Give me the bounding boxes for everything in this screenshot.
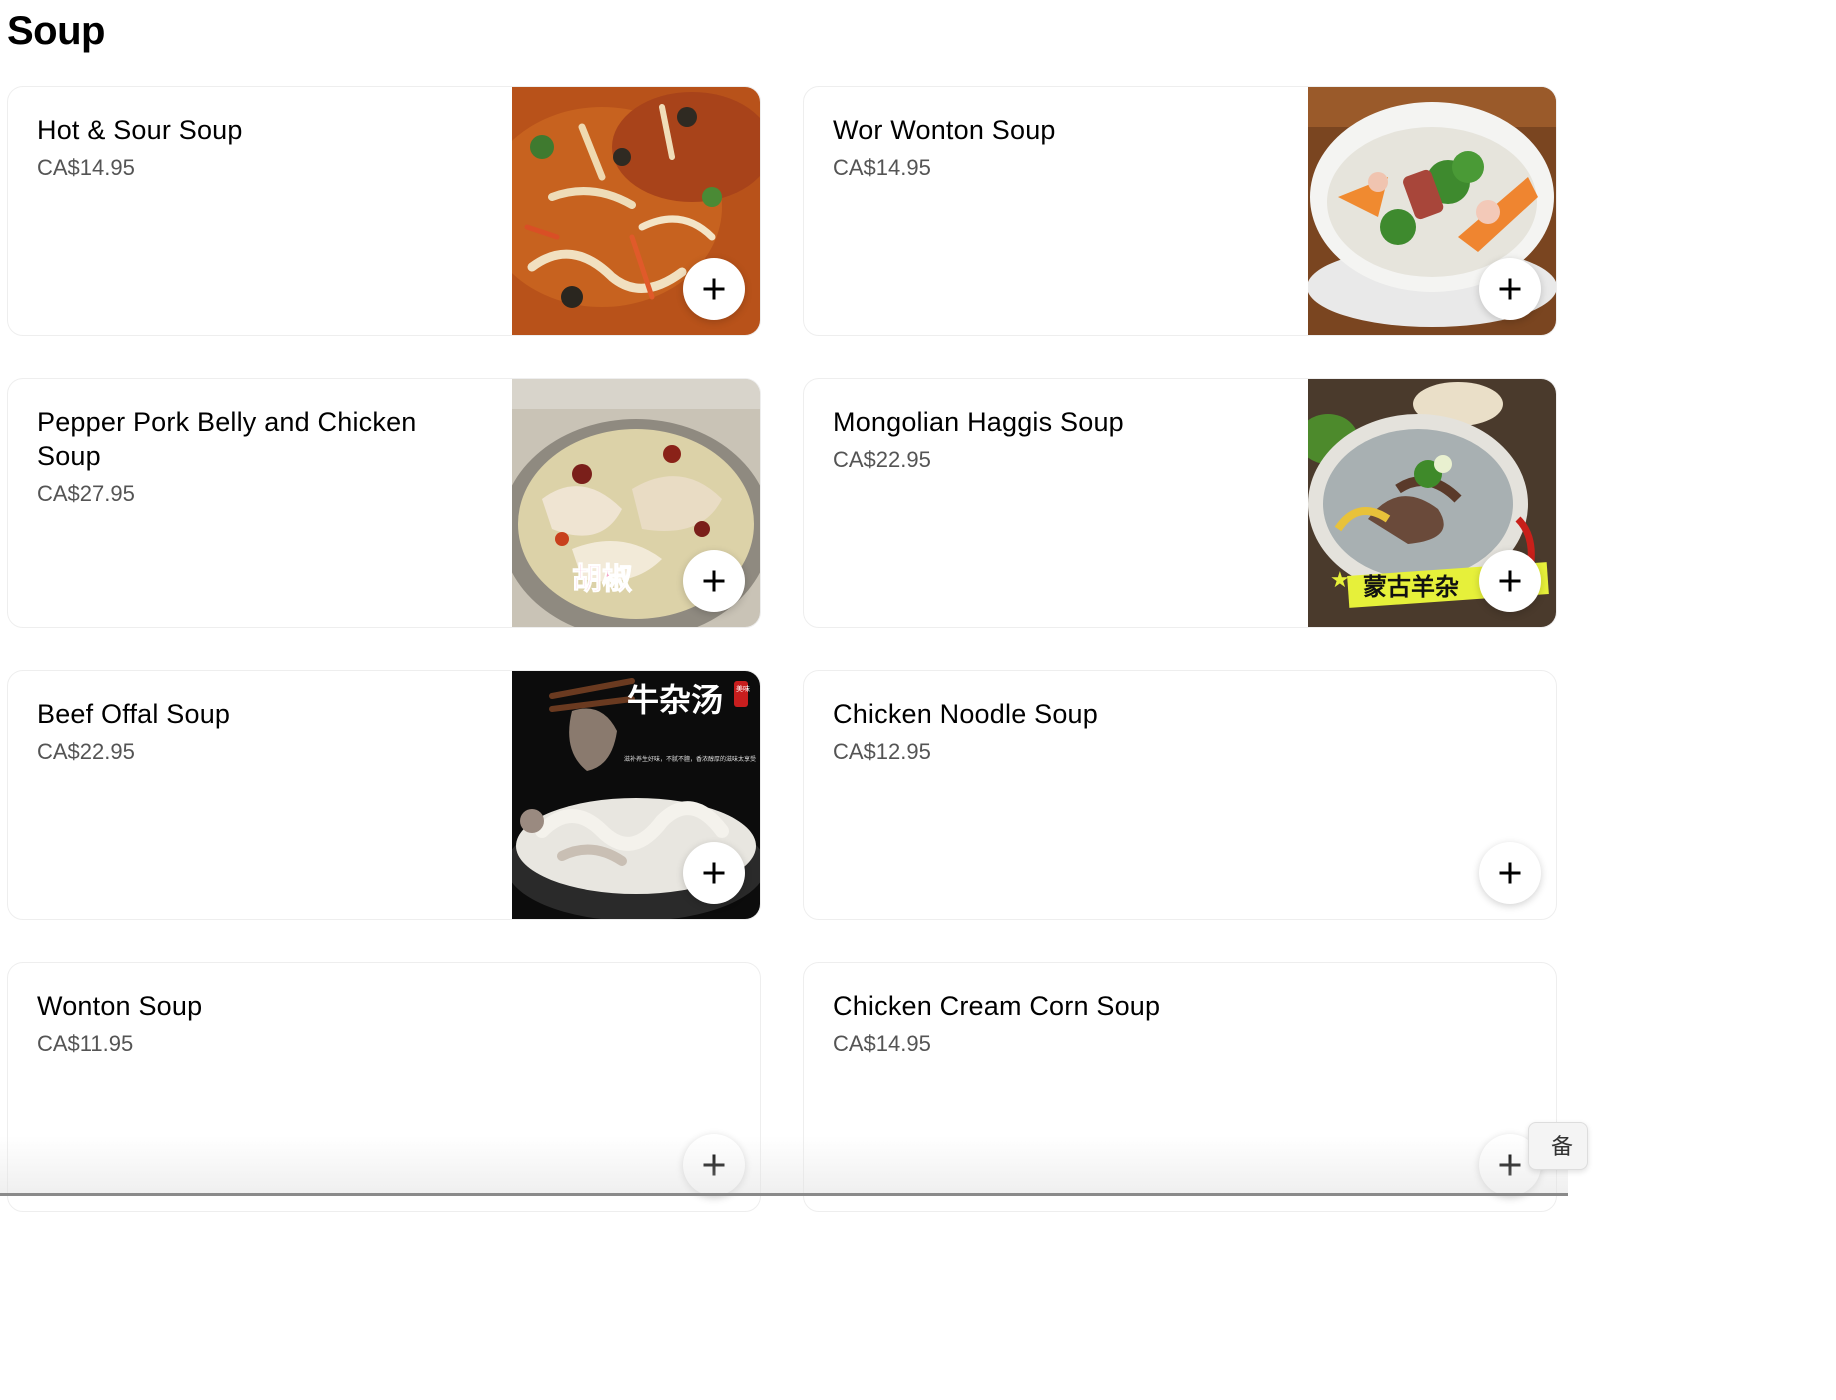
- menu-item-name: Wonton Soup: [37, 991, 203, 1021]
- menu-item-price: CA$27.95: [37, 481, 135, 506]
- add-to-cart-button[interactable]: [683, 1134, 745, 1196]
- plus-icon: [703, 570, 725, 592]
- menu-item-text: Mongolian Haggis Soup CA$22.95: [833, 405, 1273, 474]
- menu-item-card[interactable]: Chicken Noodle Soup CA$12.95: [803, 670, 1557, 920]
- menu-item-card[interactable]: Pepper Pork Belly and Chicken Soup CA$27…: [7, 378, 761, 628]
- image-caption: 胡椒: [572, 562, 632, 597]
- menu-item-name: Chicken Noodle Soup: [833, 699, 1098, 729]
- plus-icon: [703, 1154, 725, 1176]
- add-to-cart-button[interactable]: [683, 258, 745, 320]
- add-to-cart-button[interactable]: [683, 550, 745, 612]
- plus-icon: [1499, 862, 1521, 884]
- menu-item-grid: Hot & Sour Soup CA$14.95 Wor Wonton Soup…: [7, 86, 1557, 1212]
- menu-item-name: Chicken Cream Corn Soup: [833, 991, 1161, 1021]
- section-title: Soup: [7, 9, 105, 53]
- menu-item-text: Beef Offal Soup CA$22.95: [37, 697, 477, 766]
- menu-item-name: Mongolian Haggis Soup: [833, 407, 1124, 437]
- menu-item-price: CA$12.95: [833, 739, 931, 764]
- floating-widget-button[interactable]: 备: [1528, 1122, 1588, 1170]
- menu-item-price: CA$14.95: [833, 1031, 931, 1056]
- bottom-divider: [0, 1193, 1568, 1196]
- plus-icon: [1499, 278, 1521, 300]
- menu-item-name: Pepper Pork Belly and Chicken Soup: [37, 407, 417, 471]
- image-caption: 牛杂汤: [627, 681, 723, 719]
- plus-icon: [703, 862, 725, 884]
- menu-item-text: Wor Wonton Soup CA$14.95: [833, 113, 1273, 182]
- menu-item-price: CA$22.95: [833, 447, 931, 472]
- seal-label: 美味: [736, 684, 750, 693]
- menu-item-price: CA$14.95: [833, 155, 931, 180]
- menu-item-text: Hot & Sour Soup CA$14.95: [37, 113, 477, 182]
- menu-item-card[interactable]: Chicken Cream Corn Soup CA$14.95: [803, 962, 1557, 1212]
- menu-item-card[interactable]: Mongolian Haggis Soup CA$22.95 蒙古羊杂 ★: [803, 378, 1557, 628]
- add-to-cart-button[interactable]: [1479, 258, 1541, 320]
- plus-icon: [1499, 570, 1521, 592]
- menu-item-price: CA$22.95: [37, 739, 135, 764]
- image-subcaption: 滋补养生好味，不腻不膻，香浓醇厚的滋味太享受: [624, 755, 756, 763]
- menu-item-text: Pepper Pork Belly and Chicken Soup CA$27…: [37, 405, 477, 508]
- menu-item-price: CA$14.95: [37, 155, 135, 180]
- add-to-cart-button[interactable]: [1479, 842, 1541, 904]
- menu-item-name: Hot & Sour Soup: [37, 115, 243, 145]
- add-to-cart-button[interactable]: [683, 842, 745, 904]
- menu-item-card[interactable]: Hot & Sour Soup CA$14.95: [7, 86, 761, 336]
- plus-icon: [1499, 1154, 1521, 1176]
- menu-item-card[interactable]: Beef Offal Soup CA$22.95 牛杂汤 美味 滋补养生好味，不…: [7, 670, 761, 920]
- menu-item-text: Wonton Soup CA$11.95: [37, 989, 477, 1058]
- menu-item-name: Beef Offal Soup: [37, 699, 231, 729]
- menu-item-text: Chicken Noodle Soup CA$12.95: [833, 697, 1273, 766]
- star-icon: ★: [1330, 568, 1350, 593]
- plus-icon: [703, 278, 725, 300]
- add-to-cart-button[interactable]: [1479, 550, 1541, 612]
- menu-item-name: Wor Wonton Soup: [833, 115, 1056, 145]
- menu-item-card[interactable]: Wor Wonton Soup CA$14.95: [803, 86, 1557, 336]
- image-caption: 蒙古羊杂: [1363, 573, 1459, 601]
- menu-item-card[interactable]: Wonton Soup CA$11.95: [7, 962, 761, 1212]
- menu-item-text: Chicken Cream Corn Soup CA$14.95: [833, 989, 1273, 1058]
- menu-item-price: CA$11.95: [37, 1031, 134, 1056]
